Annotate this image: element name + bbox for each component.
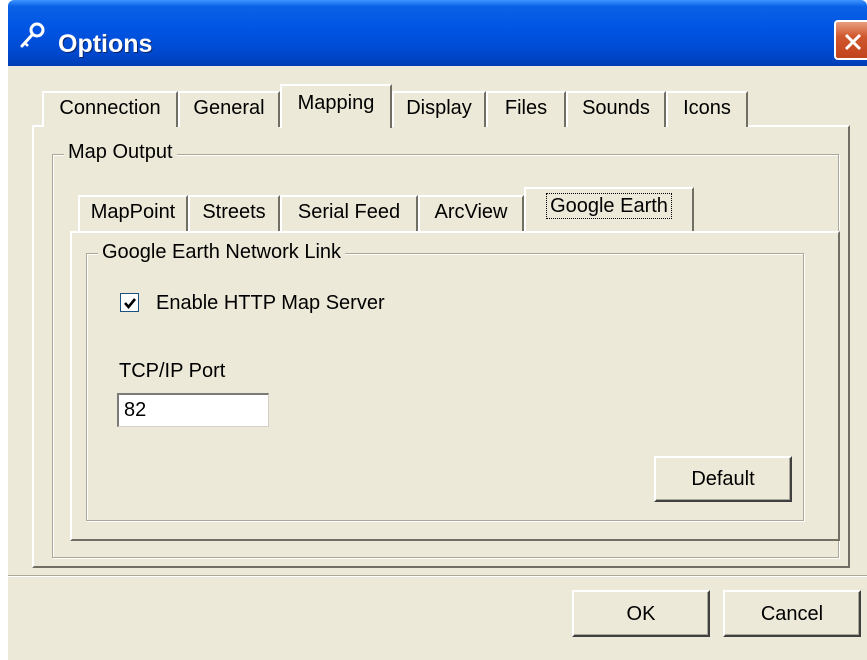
tcp-ip-port-label: TCP/IP Port [119,360,226,382]
footer-divider [8,575,867,577]
google-earth-network-link-label: Google Earth Network Link [98,241,346,264]
tab-general[interactable]: General [178,91,280,127]
default-button[interactable]: Default [654,456,792,502]
key-icon [18,22,46,50]
enable-http-map-server-label[interactable]: Enable HTTP Map Server [156,292,385,315]
tab-display[interactable]: Display [392,91,486,127]
window-title: Options [58,30,153,58]
tab-arcview[interactable]: ArcView [418,195,524,231]
cancel-button[interactable]: Cancel [723,590,861,637]
close-icon [844,33,862,51]
tab-sounds[interactable]: Sounds [566,91,666,127]
tcp-ip-port-input[interactable]: 82 [117,393,269,427]
checkmark-icon [124,298,137,310]
tab-streets[interactable]: Streets [188,195,280,231]
tab-mapping[interactable]: Mapping [280,84,392,128]
map-output-label: Map Output [64,141,177,164]
tab-serial-feed[interactable]: Serial Feed [280,195,418,231]
tab-mappoint[interactable]: MapPoint [78,195,188,231]
ok-button[interactable]: OK [572,590,710,637]
tab-files[interactable]: Files [486,91,566,127]
enable-http-map-server-checkbox[interactable] [120,293,139,312]
tab-icons[interactable]: Icons [666,91,748,127]
tab-google-earth[interactable]: Google Earth [524,187,694,231]
close-button[interactable] [834,20,867,60]
tab-google-earth-label: Google Earth [546,193,672,219]
tab-connection[interactable]: Connection [42,91,178,127]
